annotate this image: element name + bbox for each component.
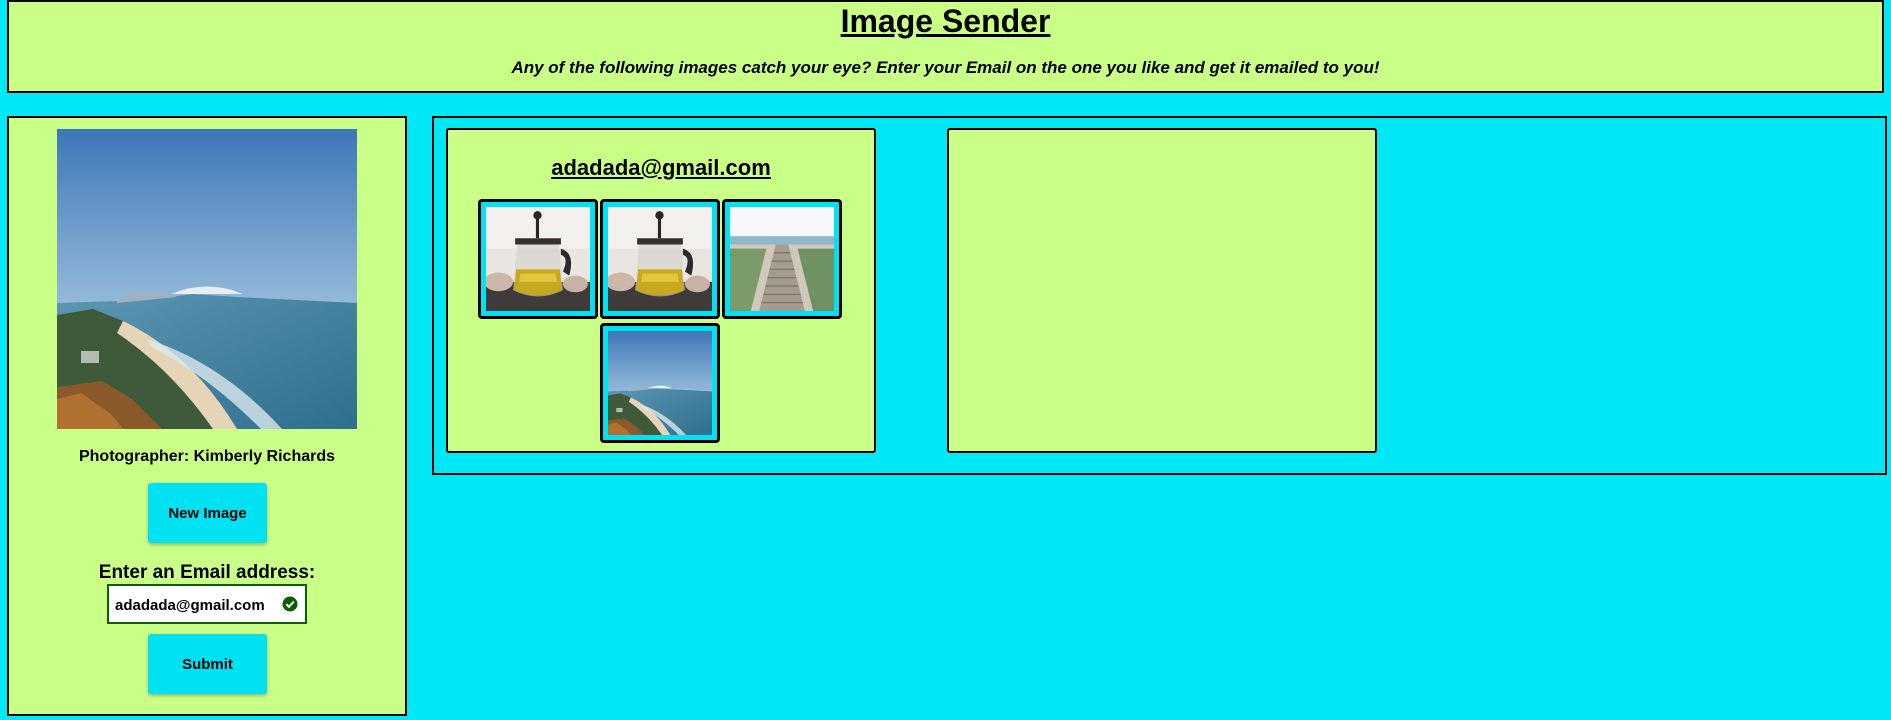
page-title: Image Sender <box>840 3 1051 39</box>
page-subtitle: Any of the following images catch your e… <box>511 58 1380 77</box>
card-email: adadada@gmail.com <box>551 155 771 180</box>
email-label: Enter an Email address: <box>98 562 316 583</box>
thumbnail-coast[interactable] <box>600 323 720 443</box>
coastal-landscape-photo <box>57 129 357 429</box>
photographer-credit: Photographer: Kimberly Richards <box>78 448 336 465</box>
coastal-landscape-photo <box>608 331 712 435</box>
page-header: Image Sender Any of the following images… <box>7 0 1884 93</box>
thumbnail-teapot[interactable] <box>478 199 598 319</box>
thumbnail-boardwalk[interactable] <box>722 199 842 319</box>
email-card: adadada@gmail.com <box>446 128 876 453</box>
email-card-empty <box>947 128 1377 453</box>
image-gallery: adadada@gmail.com <box>432 116 1887 475</box>
thumbnail-teapot[interactable] <box>600 199 720 319</box>
check-circle-icon <box>282 596 298 612</box>
submit-button[interactable]: Submit <box>148 634 267 694</box>
email-input[interactable] <box>113 586 277 624</box>
teapot-photo <box>486 207 590 311</box>
email-field[interactable] <box>107 584 307 624</box>
teapot-photo <box>608 207 712 311</box>
new-image-button[interactable]: New Image <box>148 483 267 543</box>
beach-boardwalk-photo <box>730 207 834 311</box>
image-sidebar: Photographer: Kimberly Richards New Imag… <box>7 116 407 716</box>
